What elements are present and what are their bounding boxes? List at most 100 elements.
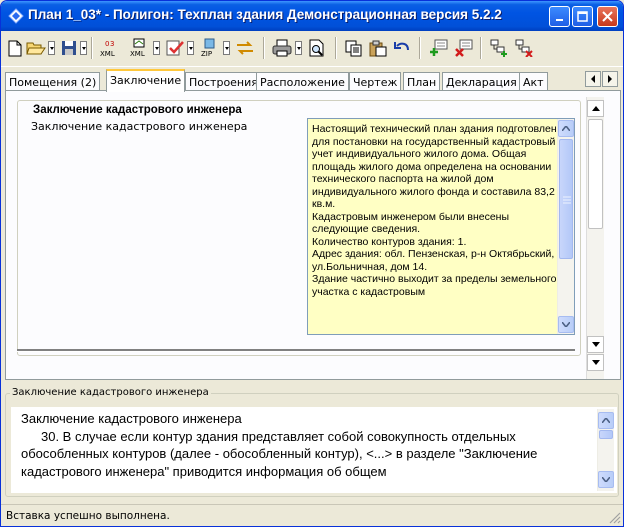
save-button[interactable] bbox=[59, 37, 79, 59]
transfer-button[interactable] bbox=[234, 37, 256, 59]
conclusion-memo[interactable]: Настоящий технический план здания подгот… bbox=[307, 118, 575, 335]
xml-import-icon: XML bbox=[130, 38, 145, 58]
open-button[interactable] bbox=[25, 37, 47, 59]
tab-declaration[interactable]: Декларация bbox=[442, 72, 521, 91]
svg-text:XML: XML bbox=[130, 50, 145, 58]
toolbar-separator bbox=[419, 37, 421, 59]
help-scroll-down[interactable] bbox=[598, 471, 614, 488]
paste-button[interactable] bbox=[367, 37, 389, 59]
tab-location[interactable]: Расположение bbox=[256, 72, 349, 91]
xml-import-button[interactable]: XML bbox=[128, 37, 152, 59]
memo-scrollbar[interactable] bbox=[557, 119, 574, 334]
new-document-icon bbox=[8, 40, 22, 56]
memo-scroll-thumb[interactable] bbox=[559, 139, 573, 259]
memo-scroll-down[interactable] bbox=[558, 316, 574, 333]
grip-icon bbox=[563, 196, 571, 204]
arrow-left-icon bbox=[591, 75, 595, 83]
arrow-down-icon bbox=[562, 322, 570, 327]
check-button[interactable] bbox=[164, 37, 186, 59]
tab-plan[interactable]: План bbox=[403, 72, 441, 91]
open-dropdown[interactable] bbox=[48, 41, 55, 55]
svg-text:XML: XML bbox=[100, 50, 115, 58]
maximize-button[interactable] bbox=[572, 6, 593, 27]
help-scroll-up[interactable] bbox=[598, 412, 614, 429]
toolbar: 0 3 XML XML ZIP bbox=[1, 31, 623, 67]
app-icon bbox=[8, 8, 24, 24]
window-title: План 1_03* - Полигон: Техплан здания Дем… bbox=[28, 7, 502, 22]
resize-grip-icon[interactable] bbox=[609, 512, 621, 524]
copy-icon bbox=[345, 40, 362, 56]
new-document-button[interactable] bbox=[6, 37, 24, 59]
group-title: Заключение кадастрового инженера bbox=[30, 104, 245, 116]
help-text: Заключение кадастрового инженера 30. В с… bbox=[21, 410, 593, 480]
zip-icon: ZIP bbox=[201, 38, 215, 58]
toolbar-separator bbox=[480, 37, 482, 59]
help-group-title: Заключение кадастрового инженера bbox=[10, 387, 211, 398]
tab-conclusion[interactable]: Заключение bbox=[106, 69, 186, 92]
panel-scroll-thumb[interactable] bbox=[588, 119, 603, 229]
xml-dropdown[interactable] bbox=[153, 41, 160, 55]
save-dropdown[interactable] bbox=[80, 41, 87, 55]
tab-drawing[interactable]: Чертеж bbox=[349, 72, 402, 91]
toolbar-separator bbox=[335, 37, 337, 59]
panel-scroll-up[interactable] bbox=[587, 100, 604, 117]
help-scroll-thumb[interactable] bbox=[599, 430, 613, 439]
add-tree-button[interactable] bbox=[488, 37, 510, 59]
tab-act[interactable]: Акт bbox=[519, 72, 548, 91]
arrow-down-icon bbox=[591, 360, 600, 365]
help-scrollbar[interactable] bbox=[597, 409, 614, 491]
minimize-button[interactable] bbox=[549, 6, 570, 27]
status-text: Вставка успешно выполнена. bbox=[6, 510, 170, 522]
divider bbox=[17, 349, 575, 352]
close-button[interactable] bbox=[597, 6, 618, 27]
maximize-icon bbox=[577, 11, 588, 22]
undo-button[interactable] bbox=[391, 37, 413, 59]
close-icon bbox=[602, 11, 613, 22]
svg-text:3: 3 bbox=[110, 40, 114, 48]
check-icon bbox=[166, 40, 184, 56]
panel-scroll-down-2[interactable] bbox=[587, 354, 604, 371]
transfer-icon bbox=[237, 41, 253, 55]
help-heading: Заключение кадастрового инженера bbox=[21, 411, 242, 426]
arrow-up-icon bbox=[591, 106, 600, 111]
xml-export-button[interactable]: 0 3 XML bbox=[98, 37, 122, 59]
print-preview-icon bbox=[309, 39, 324, 57]
tab-scroll-right[interactable] bbox=[602, 71, 618, 87]
memo-scroll-up[interactable] bbox=[558, 120, 574, 137]
print-preview-button[interactable] bbox=[306, 37, 328, 59]
copy-button[interactable] bbox=[343, 37, 365, 59]
add-row-button[interactable] bbox=[428, 37, 450, 59]
xml-export-icon: 0 3 XML bbox=[100, 40, 115, 58]
add-row-icon bbox=[430, 39, 448, 56]
tab-strip: Помещения (2) Заключение Построения Расп… bbox=[5, 69, 621, 92]
print-dropdown[interactable] bbox=[295, 41, 302, 55]
zip-button[interactable]: ZIP bbox=[198, 37, 222, 59]
delete-row-button[interactable] bbox=[453, 37, 475, 59]
main-window: План 1_03* - Полигон: Техплан здания Дем… bbox=[0, 0, 624, 527]
toolbar-separator bbox=[263, 37, 265, 59]
zip-dropdown[interactable] bbox=[223, 41, 230, 55]
delete-tree-button[interactable] bbox=[513, 37, 535, 59]
arrow-down-icon bbox=[602, 477, 610, 482]
panel-scrollbar[interactable] bbox=[586, 97, 604, 379]
delete-row-icon bbox=[455, 39, 473, 57]
title-bar[interactable]: План 1_03* - Полигон: Техплан здания Дем… bbox=[1, 1, 623, 31]
conclusion-field-label: Заключение кадастрового инженера bbox=[31, 120, 248, 133]
undo-icon bbox=[394, 42, 409, 51]
check-dropdown[interactable] bbox=[187, 41, 194, 55]
tab-rooms[interactable]: Помещения (2) bbox=[5, 72, 101, 91]
print-button[interactable] bbox=[270, 37, 294, 59]
conclusion-memo-text[interactable]: Настоящий технический план здания подгот… bbox=[312, 123, 557, 330]
tab-scroll-left[interactable] bbox=[585, 71, 601, 87]
add-tree-icon bbox=[490, 39, 507, 57]
arrow-up-icon bbox=[602, 418, 610, 423]
print-icon bbox=[272, 39, 292, 57]
arrow-down-icon bbox=[591, 342, 600, 347]
delete-tree-icon bbox=[515, 39, 533, 57]
tab-panel: Заключение кадастрового инженера Заключе… bbox=[5, 90, 621, 380]
tab-constructions[interactable]: Построения bbox=[185, 72, 262, 91]
panel-scroll-down[interactable] bbox=[587, 336, 604, 353]
svg-text:ZIP: ZIP bbox=[201, 50, 212, 58]
open-folder-icon bbox=[26, 42, 46, 55]
help-box: Заключение кадастрового инженера 30. В с… bbox=[11, 407, 617, 493]
